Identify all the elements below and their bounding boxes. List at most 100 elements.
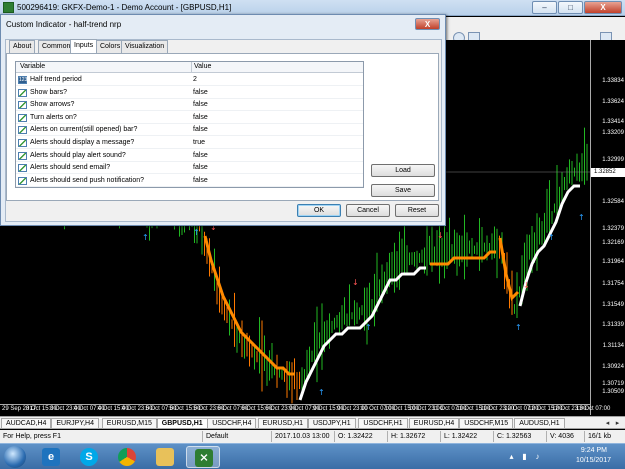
param-row[interactable]: Alerts on current(still opened) bar? fals… [16,124,363,137]
status-profile: Default [202,431,228,442]
param-row[interactable]: Alerts should display a message? true [16,137,363,149]
column-header-value[interactable]: Value [194,63,211,70]
ok-button[interactable]: OK [297,204,341,217]
tab-scroll-right-icon[interactable]: ▸ [613,418,622,429]
taskbar-app-ie[interactable]: e [34,446,68,468]
metatrader-icon [3,2,14,13]
chart-tab[interactable]: USDCHF,H4 [207,418,257,429]
taskbar-app-metatrader[interactable]: ⨯ [186,446,220,468]
chart-tab[interactable]: USDJPY,H1 [308,418,356,429]
param-name: Alerts should play alert sound? [30,151,126,159]
param-name: Show arrows? [30,101,75,109]
param-name: Alerts on current(still opened) bar? [30,126,138,134]
param-row[interactable]: Turn alerts on? false [16,112,363,124]
minimize-button[interactable]: – [532,1,557,14]
start-button[interactable] [4,446,26,468]
status-traffic: 16/1 kb [584,431,611,442]
buy-arrow-icon: ↑ [548,233,555,242]
cancel-button[interactable]: Cancel [346,204,390,217]
chart-tab[interactable]: EURUSD,M15 [101,418,157,429]
save-button[interactable]: Save [371,184,435,197]
skype-icon: S [80,448,98,466]
param-value[interactable]: false [193,126,208,133]
price-tick-label: 1.31964 [602,259,624,265]
chart-tab[interactable]: EURJPY,H4 [51,418,99,429]
reset-button[interactable]: Reset [395,204,439,217]
network-icon[interactable]: ▮ [520,452,529,461]
param-value[interactable]: false [193,89,208,96]
param-row[interactable]: Show arrows? false [16,99,363,112]
chart-tab[interactable]: USDCHF,M15 [459,418,514,429]
chart-tab[interactable]: AUDCAD,H4 [1,418,52,429]
close-button[interactable]: X [584,1,622,14]
boolean-param-icon [18,126,27,135]
sell-arrow-icon: ↓ [437,231,444,240]
param-name: Alerts should display a message? [30,139,135,146]
price-tick-label: 1.33834 [602,78,624,84]
tab-visualization[interactable]: Visualization [121,40,169,53]
price-tick-label: 1.31549 [602,302,624,308]
param-value[interactable]: false [193,101,208,108]
chart-tab[interactable]: AUDUSD,H1 [514,418,565,429]
dialog-close-button[interactable]: X [415,18,440,30]
maximize-button[interactable]: □ [558,1,583,14]
param-row[interactable]: Show bars? false [16,87,363,99]
taskbar-app-skype[interactable]: S [72,446,106,468]
param-value[interactable]: 2 [193,76,197,83]
chart-tab[interactable]: USDCHF,H1 [358,418,408,429]
chart-tabs-bar: AUDCAD,H4 EURJPY,H4 EURUSD,M15 GBPUSD,H1 USD… [0,416,625,429]
status-help: For Help, press F1 [3,433,61,440]
buy-arrow-icon: ↑ [318,388,325,397]
param-name: Show bars? [30,88,67,96]
sell-arrow-icon: ↓ [352,278,359,287]
sell-arrow-icon: ↓ [523,281,530,290]
param-row[interactable]: Alerts should send push notification? fal… [16,175,363,187]
param-value[interactable]: false [193,152,208,159]
price-tick-label: 1.31754 [602,281,624,287]
param-value[interactable]: true [193,139,205,146]
system-tray: ▴ ▮ ♪ 9:24 PM 10/15/2017 [485,444,625,469]
param-value[interactable]: false [193,177,208,184]
param-value[interactable]: false [193,114,208,121]
tab-inputs[interactable]: Inputs [70,39,98,53]
param-row[interactable]: Alerts should send email? false [16,162,363,175]
signal-arrows: ↑↑↑↑ ↑↑↑↓↓↓↓ [142,213,585,397]
inputs-grid: Variable Value 123 Half trend period 2 Show… [15,61,364,188]
tab-common[interactable]: Common [38,40,75,53]
load-button[interactable]: Load [371,164,435,177]
show-hidden-icons-icon[interactable]: ▴ [507,452,516,461]
price-tick-label: 1.31339 [602,322,624,328]
time-axis[interactable]: 29 Sep 2017 3 Oct 15:00 3 Oct 23:00 4 Oct 0… [0,404,610,415]
column-header-variable[interactable]: Variable [20,63,45,70]
boolean-param-icon [18,113,27,122]
price-scale[interactable]: 1.33834 1.33624 1.33414 1.33209 1.32999 1.325… [590,40,625,415]
boolean-param-icon [18,151,27,160]
number-param-icon: 123 [18,76,28,84]
windows-taskbar: e S ⨯ ▴ ▮ ♪ 9:24 PM 10/15/2017 [0,443,625,469]
folder-icon [156,448,174,466]
chart-tab[interactable]: EURUSD,H4 [408,418,460,429]
status-close: C: 1.32563 [493,431,531,442]
tab-colors[interactable]: Colors [96,40,125,53]
halftrend-segment [298,266,426,401]
price-tick-label: 1.30509 [602,389,624,395]
price-tick-label: 1.32379 [602,226,624,232]
param-row[interactable]: Alerts should play alert sound? false [16,150,363,162]
halftrend-segment [498,237,520,301]
status-volume: V: 4036 [546,431,574,442]
clock-date[interactable]: 10/15/2017 [576,457,611,464]
clock-time[interactable]: 9:24 PM [581,447,607,454]
column-divider[interactable] [191,62,192,73]
param-value[interactable]: false [193,164,208,171]
tab-scroll-left-icon[interactable]: ◂ [603,418,612,429]
taskbar-app-explorer[interactable] [148,446,182,468]
chart-tab[interactable]: EURUSD,H1 [257,418,309,429]
param-row[interactable]: 123 Half trend period 2 [16,74,363,86]
tab-about[interactable]: About [9,40,36,53]
chart-tab[interactable]: GBPUSD,H1 [156,418,208,429]
taskbar-app-chrome[interactable] [110,446,144,468]
buy-arrow-icon: ↑ [365,323,372,332]
param-name: Alerts should send push notification? [30,176,145,184]
volume-icon[interactable]: ♪ [533,452,542,461]
boolean-param-icon [18,164,27,173]
